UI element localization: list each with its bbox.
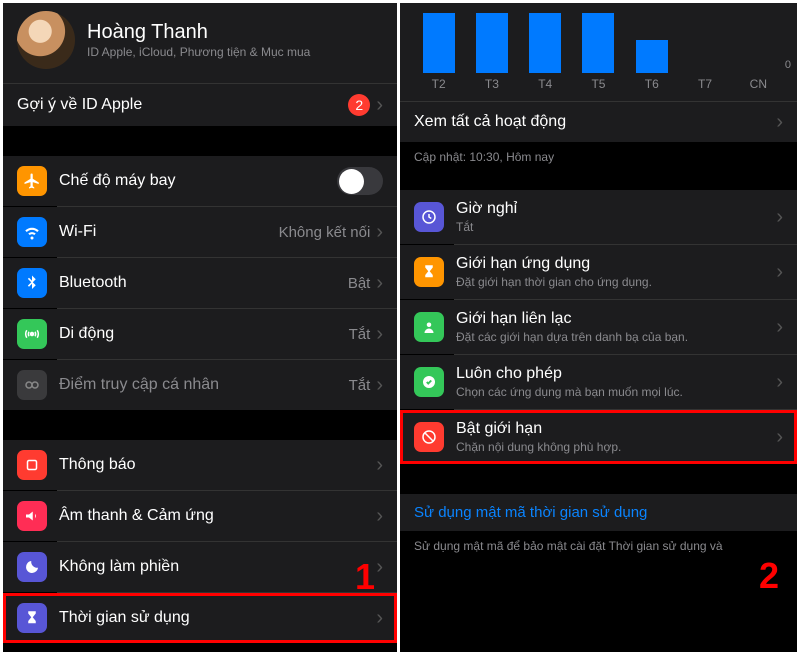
communication-limits-row[interactable]: Giới hạn liên lạc Đặt các giới hạn dựa t… [400,300,797,354]
app-limits-row[interactable]: Giới hạn ứng dụng Đặt giới hạn thời gian… [400,245,797,299]
airplane-icon [17,166,47,196]
suggestion-label: Gợi ý về ID Apple [17,96,348,114]
bar-t2 [423,13,455,73]
chevron-right-icon: › [376,557,383,577]
passcode-footer: Sử dụng mật mã để bảo mật cài đặt Thời g… [400,531,797,561]
chevron-right-icon: › [376,375,383,395]
profile-row[interactable]: Hoàng Thanh ID Apple, iCloud, Phương tiệ… [3,3,397,83]
bar-t5 [582,13,614,73]
apple-id-suggestion-row[interactable]: Gợi ý về ID Apple 2 › [3,84,397,126]
passcode-row[interactable]: Sử dụng mật mã thời gian sử dụng [400,494,797,531]
wifi-row[interactable]: Wi-Fi Không kết nối › [3,207,397,257]
cellular-icon [17,319,47,349]
view-all-activity-row[interactable]: Xem tất cả hoạt động › [400,102,797,142]
always-allowed-row[interactable]: Luôn cho phép Chọn các ứng dụng mà bạn m… [400,355,797,409]
check-icon [414,367,444,397]
usage-chart: 0 [400,3,797,73]
bar-t4 [529,13,561,73]
wifi-icon [17,217,47,247]
bar-t3 [476,13,508,73]
chevron-right-icon: › [376,506,383,526]
chevron-right-icon: › [376,455,383,475]
bluetooth-icon [17,268,47,298]
profile-sub: ID Apple, iCloud, Phương tiện & Mục mua [87,45,383,59]
annotation-marker-1: 1 [355,556,375,598]
chevron-right-icon: › [376,324,383,344]
notifications-row[interactable]: Thông báo › [3,440,397,490]
chevron-right-icon: › [776,317,783,337]
chevron-right-icon: › [376,95,383,115]
hotspot-row[interactable]: Điểm truy cập cá nhân Tắt › [3,360,397,410]
screen-time-panel: 0 T2 T3 T4 T5 T6 T7 CN Xem tất cả hoạt đ… [400,3,797,652]
chevron-right-icon: › [776,262,783,282]
notifications-icon [17,450,47,480]
cellular-row[interactable]: Di động Tắt › [3,309,397,359]
moon-icon [17,552,47,582]
chevron-right-icon: › [776,207,783,227]
no-entry-icon [414,422,444,452]
suggestion-badge: 2 [348,94,370,116]
settings-main-panel: Hoàng Thanh ID Apple, iCloud, Phương tiệ… [3,3,400,652]
avatar [17,11,75,69]
chevron-right-icon: › [376,273,383,293]
downtime-row[interactable]: Giờ nghỉ Tắt › [400,190,797,244]
profile-name: Hoàng Thanh [87,21,383,44]
dnd-row[interactable]: Không làm phiền › [3,542,397,592]
downtime-icon [414,202,444,232]
hourglass-icon [414,257,444,287]
hotspot-icon [17,370,47,400]
hourglass-icon [17,603,47,633]
screen-time-row[interactable]: Thời gian sử dụng › [3,593,397,643]
chevron-right-icon: › [376,608,383,628]
chart-axis: T2 T3 T4 T5 T6 T7 CN [400,73,797,102]
bluetooth-row[interactable]: Bluetooth Bật › [3,258,397,308]
sounds-icon [17,501,47,531]
bar-t6 [636,40,668,73]
chevron-right-icon: › [776,372,783,392]
chevron-right-icon: › [776,112,783,132]
airplane-mode-row[interactable]: Chế độ máy bay [3,156,397,206]
annotation-marker-2: 2 [759,555,779,597]
sounds-row[interactable]: Âm thanh & Cảm ứng › [3,491,397,541]
airplane-toggle[interactable] [337,167,383,195]
chevron-right-icon: › [376,222,383,242]
content-restrictions-row[interactable]: Bật giới hạn Chặn nội dung không phù hợp… [400,410,797,464]
chevron-right-icon: › [776,427,783,447]
updated-label: Cập nhật: 10:30, Hôm nay [400,142,797,172]
person-icon [414,312,444,342]
